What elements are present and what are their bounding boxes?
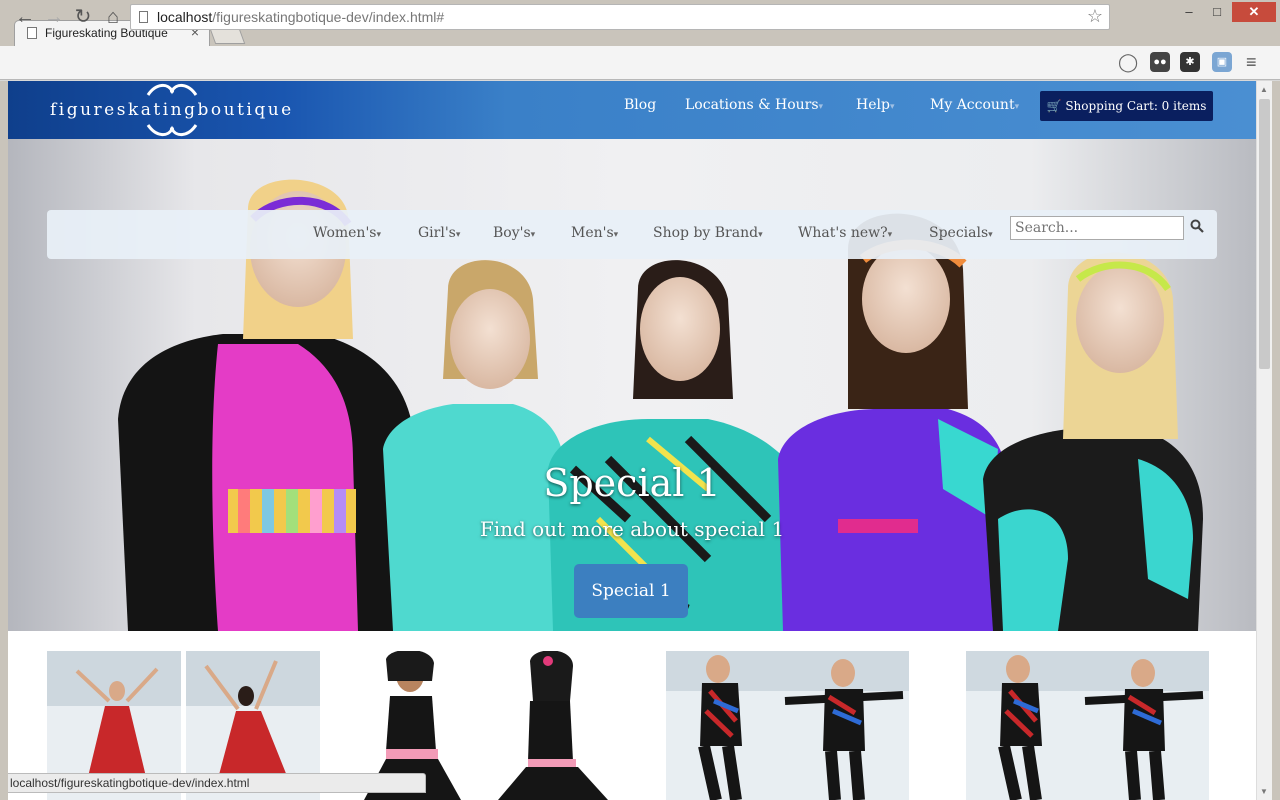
caret-down-icon: ▾ — [530, 230, 536, 240]
nav-girls[interactable]: Girl's▾ — [418, 225, 460, 241]
site-header: figureskatingboutique Blog Locations & H… — [8, 81, 1256, 139]
extension-puzzle-icon[interactable]: ✱ — [1180, 52, 1200, 72]
cart-label: Shopping Cart: 0 items — [1065, 99, 1207, 113]
close-window-button[interactable]: ✕ — [1232, 2, 1276, 22]
caret-down-icon: ▾ — [1014, 102, 1020, 112]
url-host: localhost — [157, 9, 213, 25]
carousel-title: Special 1 — [543, 461, 721, 505]
product-image[interactable] — [1075, 651, 1209, 800]
minimize-button[interactable]: – — [1176, 2, 1202, 22]
hero-carousel[interactable]: Women's▾ Girl's▾ Boy's▾ Men's▾ Shop by B… — [8, 139, 1256, 631]
scroll-down-icon[interactable]: ▼ — [1260, 787, 1268, 796]
category-nav: Women's▾ Girl's▾ Boy's▾ Men's▾ Shop by B… — [47, 210, 1217, 259]
nav-label: Girl's — [418, 225, 456, 241]
carousel-subtitle: Find out more about special 1 — [479, 517, 785, 541]
browser-toolbar — [0, 46, 1280, 80]
nav-womens[interactable]: Women's▾ — [313, 225, 381, 241]
forward-arrow-icon[interactable]: → — [41, 4, 67, 30]
nav-label: Men's — [571, 225, 614, 241]
nav-label: Women's — [313, 225, 377, 241]
shopping-cart-button[interactable]: 🛒 Shopping Cart: 0 items — [1040, 91, 1213, 121]
back-arrow-icon[interactable]: ← — [12, 4, 38, 30]
topnav-label: Blog — [624, 97, 657, 113]
nav-boys[interactable]: Boy's▾ — [493, 225, 535, 241]
topnav-label: Locations & Hours — [685, 97, 819, 113]
scroll-up-icon[interactable]: ▲ — [1260, 85, 1268, 94]
search-icon[interactable] — [1190, 219, 1204, 233]
caret-down-icon: ▾ — [455, 230, 461, 240]
extension-ring-icon[interactable]: ◯ — [1118, 52, 1138, 72]
page-viewport: figureskatingboutique Blog Locations & H… — [8, 81, 1256, 800]
maximize-button[interactable]: □ — [1204, 2, 1230, 22]
bookmark-star-icon[interactable]: ☆ — [1087, 6, 1103, 27]
window-frame-right — [1272, 81, 1280, 800]
nav-specials[interactable]: Specials▾ — [929, 225, 993, 241]
site-logo[interactable]: figureskatingboutique — [50, 100, 294, 120]
reload-icon[interactable]: ↻ — [70, 4, 96, 30]
browser-menu-icon[interactable]: ≡ — [1246, 52, 1257, 73]
nav-whats-new[interactable]: What's new?▾ — [798, 225, 892, 241]
caret-down-icon: ▾ — [758, 230, 763, 240]
topnav-my-account[interactable]: My Account▾ — [930, 97, 1019, 113]
topnav-locations-hours[interactable]: Locations & Hours▾ — [685, 97, 823, 113]
caret-down-icon: ▾ — [988, 230, 993, 240]
window-frame-left — [0, 81, 8, 800]
url-path: /figureskatingbotique-dev/index.html# — [212, 9, 445, 25]
topnav-blog[interactable]: Blog — [624, 97, 656, 113]
cart-icon: 🛒 — [1046, 99, 1062, 113]
carousel-cta-button[interactable]: Special 1 — [574, 564, 688, 618]
product-image[interactable] — [775, 651, 909, 800]
caret-down-icon: ▾ — [376, 230, 382, 240]
home-icon[interactable]: ⌂ — [100, 4, 126, 30]
nav-shop-by-brand[interactable]: Shop by Brand▾ — [653, 225, 763, 241]
status-bar-url: localhost/figureskatingbotique-dev/index… — [8, 773, 426, 793]
product-image[interactable] — [488, 651, 622, 800]
nav-label: What's new? — [798, 225, 888, 241]
address-bar[interactable]: localhost/figureskatingbotique-dev/index… — [130, 4, 1110, 30]
caret-down-icon: ▾ — [887, 230, 893, 240]
caret-down-icon: ▾ — [818, 102, 824, 112]
extension-window-icon[interactable]: ▣ — [1212, 52, 1232, 72]
caret-down-icon: ▾ — [889, 102, 895, 112]
vertical-scrollbar[interactable]: ▲ ▼ — [1256, 81, 1272, 800]
nav-label: Boy's — [493, 225, 531, 241]
topnav-help[interactable]: Help▾ — [856, 97, 894, 113]
nav-mens[interactable]: Men's▾ — [571, 225, 618, 241]
extension-mask-icon[interactable]: ●● — [1150, 52, 1170, 72]
topnav-label: My Account — [930, 97, 1015, 113]
nav-label: Shop by Brand — [653, 225, 759, 241]
scrollbar-thumb[interactable] — [1259, 99, 1270, 369]
nav-label: Specials — [929, 225, 989, 241]
page-icon — [139, 11, 148, 23]
search-input[interactable] — [1010, 216, 1184, 240]
url-text[interactable]: localhost/figureskatingbotique-dev/index… — [157, 9, 444, 25]
topnav-label: Help — [856, 97, 890, 113]
caret-down-icon: ▾ — [613, 230, 619, 240]
